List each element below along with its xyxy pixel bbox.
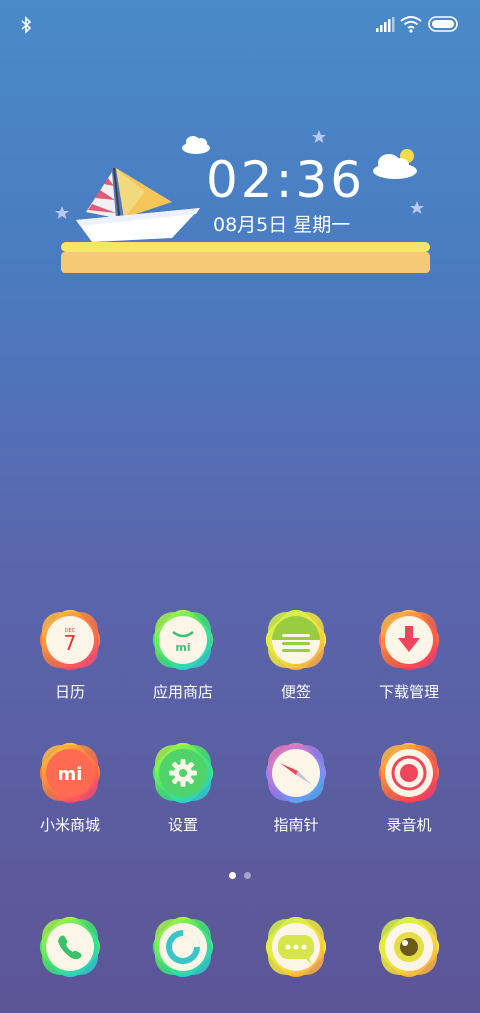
app-download-manager[interactable]: 下载管理 bbox=[359, 600, 459, 702]
app-app-store[interactable]: mi 应用商店 bbox=[133, 600, 233, 702]
shore-base bbox=[61, 252, 430, 273]
download-icon bbox=[369, 600, 449, 680]
app-notes[interactable]: 便签 bbox=[246, 600, 346, 702]
page-dot[interactable] bbox=[244, 872, 251, 879]
mi-store-icon: mi bbox=[30, 733, 110, 813]
svg-text:7: 7 bbox=[64, 631, 77, 655]
dock-messages[interactable] bbox=[246, 907, 346, 987]
clock-date: 08月5日 星期一 bbox=[213, 214, 351, 236]
app-label: 便签 bbox=[280, 683, 311, 701]
shore-stripe bbox=[61, 242, 430, 252]
page-indicator[interactable] bbox=[0, 872, 480, 882]
battery-icon bbox=[428, 16, 458, 32]
app-recorder[interactable]: 录音机 bbox=[359, 733, 459, 835]
recorder-icon bbox=[369, 733, 449, 813]
app-mi-store[interactable]: mi 小米商城 bbox=[20, 733, 120, 835]
app-settings[interactable]: 设置 bbox=[133, 733, 233, 835]
app-label: 下载管理 bbox=[378, 683, 439, 701]
dock-phone[interactable] bbox=[20, 907, 120, 987]
app-label: 日历 bbox=[54, 683, 85, 701]
clock-time[interactable]: 02:36 bbox=[206, 150, 365, 210]
compass-icon bbox=[256, 733, 336, 813]
bluetooth-icon bbox=[21, 16, 32, 34]
app-compass[interactable]: 指南针 bbox=[246, 733, 346, 835]
app-label: 设置 bbox=[167, 816, 198, 834]
star-icon bbox=[312, 130, 326, 143]
wifi-icon bbox=[400, 16, 422, 33]
status-bar bbox=[0, 0, 480, 50]
app-label: 录音机 bbox=[386, 816, 432, 834]
svg-text:mi: mi bbox=[175, 641, 190, 654]
svg-text:mi: mi bbox=[58, 764, 83, 785]
phone-icon bbox=[30, 907, 110, 987]
camera-icon bbox=[369, 907, 449, 987]
star-icon bbox=[410, 201, 424, 214]
star-icon bbox=[55, 206, 69, 219]
app-calendar[interactable]: DEC 7 日历 bbox=[20, 600, 120, 702]
settings-icon bbox=[143, 733, 223, 813]
sun-cloud-icon bbox=[373, 149, 417, 179]
page-dot-active[interactable] bbox=[229, 872, 236, 879]
messages-icon bbox=[256, 907, 336, 987]
app-label: 指南针 bbox=[273, 816, 319, 834]
calendar-icon: DEC 7 bbox=[30, 600, 110, 680]
app-label: 小米商城 bbox=[39, 816, 100, 834]
app-label: 应用商店 bbox=[152, 683, 213, 701]
notes-icon bbox=[256, 600, 336, 680]
app-store-icon: mi bbox=[143, 600, 223, 680]
signal-icon bbox=[376, 17, 395, 32]
dock-browser[interactable] bbox=[133, 907, 233, 987]
dock-camera[interactable] bbox=[359, 907, 459, 987]
browser-icon bbox=[143, 907, 223, 987]
